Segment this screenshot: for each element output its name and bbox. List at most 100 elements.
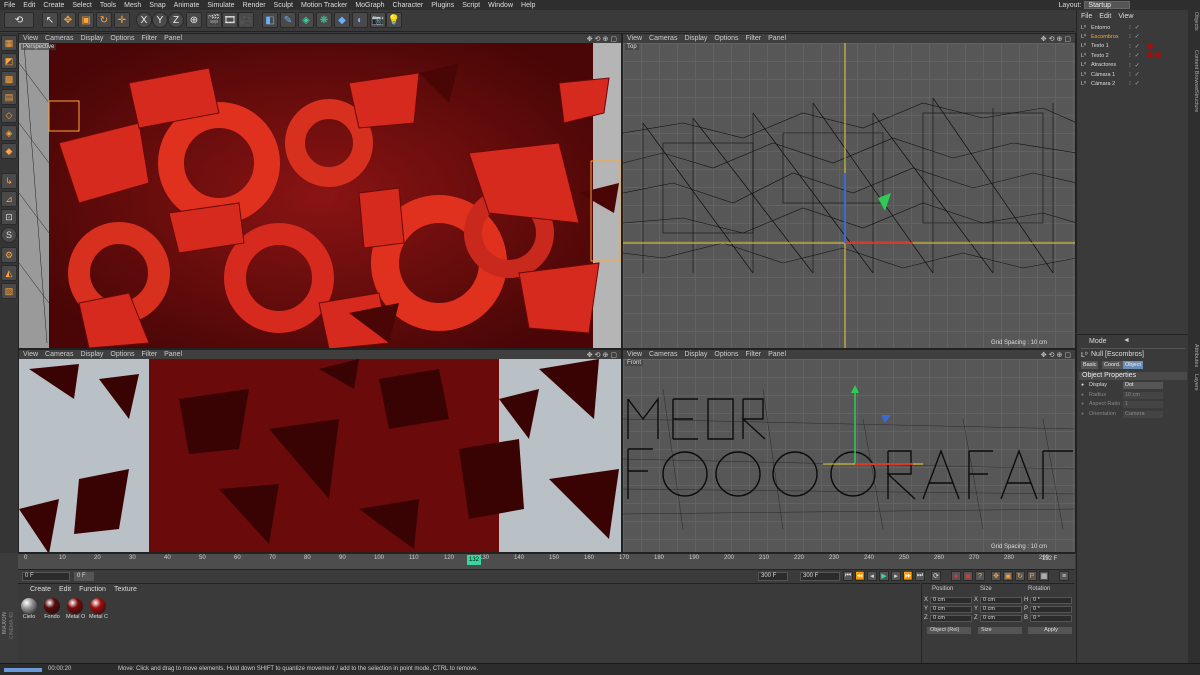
- viewport-menu-filter[interactable]: Filter: [142, 351, 158, 358]
- key-rotation-icon[interactable]: ↻: [1015, 571, 1025, 581]
- viewport-menu-cameras[interactable]: Cameras: [649, 35, 677, 42]
- object-row[interactable]: L⁰ Entorno ⁝ ✓: [1081, 23, 1187, 32]
- visibility-dots-icon[interactable]: ⁝ ✓: [1129, 52, 1141, 59]
- light-icon[interactable]: 💡: [386, 12, 402, 28]
- subdivision-icon[interactable]: ◈: [298, 12, 314, 28]
- workplane-icon[interactable]: ▤: [1, 89, 17, 105]
- viewport-menu-options[interactable]: Options: [714, 35, 738, 42]
- points-mode-icon[interactable]: ◇: [1, 107, 17, 123]
- viewport-menu-display[interactable]: Display: [684, 35, 707, 42]
- max-frame-field[interactable]: 300 F: [758, 572, 788, 581]
- next-frame-icon[interactable]: ▸: [891, 571, 901, 581]
- key-parameter-icon[interactable]: P: [1027, 571, 1037, 581]
- front-viewport[interactable]: View Cameras Display Options Filter Panel ✥⟲⊕…: [622, 349, 1076, 553]
- prop-value[interactable]: 10 cm: [1123, 391, 1163, 399]
- menu-script[interactable]: Script: [462, 2, 480, 9]
- attr-mode-menu[interactable]: Mode: [1089, 338, 1107, 345]
- coord-size-select[interactable]: Size: [978, 627, 1022, 634]
- viewport-menu-panel[interactable]: Panel: [768, 35, 786, 42]
- material-ball-icon[interactable]: [67, 598, 83, 614]
- material-swatch[interactable]: Cielo: [20, 598, 38, 620]
- record-icon[interactable]: ●: [951, 571, 961, 581]
- material-menu-function[interactable]: Function: [79, 586, 106, 593]
- tweak-mode-icon[interactable]: ⊿: [1, 191, 17, 207]
- rotation-field[interactable]: 0 °: [1030, 615, 1072, 622]
- coord-mode-select[interactable]: Object (Rel): [927, 627, 971, 634]
- material-swatch[interactable]: Metal C: [89, 598, 108, 620]
- edges-mode-icon[interactable]: ◈: [1, 125, 17, 141]
- rotation-field[interactable]: 0 °: [1030, 597, 1072, 604]
- menu-character[interactable]: Character: [393, 2, 424, 9]
- viewport-menu-cameras[interactable]: Cameras: [45, 351, 73, 358]
- prop-value[interactable]: Dot: [1123, 382, 1163, 389]
- visibility-dots-icon[interactable]: ⁝ ✓: [1129, 24, 1141, 31]
- material-ball-icon[interactable]: [90, 598, 106, 614]
- arrow-icon[interactable]: ◄: [1123, 337, 1130, 344]
- soft-selection-icon[interactable]: S: [1, 227, 17, 243]
- planar-workplane-icon[interactable]: ◭: [1, 265, 17, 281]
- model-mode-icon[interactable]: ◩: [1, 53, 17, 69]
- menu-simulate[interactable]: Simulate: [207, 2, 234, 9]
- viewport-menu-display[interactable]: Display: [80, 35, 103, 42]
- object-row[interactable]: L⁰ Texto 1 ⁝ ✓: [1081, 42, 1187, 51]
- deformer-icon[interactable]: ◆: [334, 12, 350, 28]
- visibility-dots-icon[interactable]: ⁝ ✓: [1129, 71, 1141, 78]
- min-frame-field[interactable]: 0 F: [74, 572, 94, 581]
- scale-tool-icon[interactable]: ▣: [78, 12, 94, 28]
- environment-icon[interactable]: ◐: [352, 12, 368, 28]
- menu-plugins[interactable]: Plugins: [431, 2, 454, 9]
- viewport-menu-cameras[interactable]: Cameras: [649, 351, 677, 358]
- viewport-menu-view[interactable]: View: [23, 35, 38, 42]
- grid-icon[interactable]: ▧: [1, 283, 17, 299]
- viewport-menu-options[interactable]: Options: [110, 35, 134, 42]
- attr-tab-basic[interactable]: Basic: [1081, 361, 1099, 369]
- end-frame-field[interactable]: 300 F: [800, 572, 840, 581]
- move-tool-icon[interactable]: ✥: [60, 12, 76, 28]
- viewport-menu-panel[interactable]: Panel: [164, 351, 182, 358]
- size-field[interactable]: 0 cm: [980, 615, 1022, 622]
- autokey-icon[interactable]: ◉: [963, 571, 973, 581]
- viewport-menu-cameras[interactable]: Cameras: [45, 35, 73, 42]
- object-row[interactable]: L⁰ Cámara 1 ⁝ ✓: [1081, 70, 1187, 79]
- timeline-menu-icon[interactable]: ≡: [1059, 571, 1069, 581]
- prev-key-icon[interactable]: ⏪: [855, 571, 865, 581]
- viewport-menu-filter[interactable]: Filter: [746, 351, 762, 358]
- axis-mode-icon[interactable]: ↳: [1, 173, 17, 189]
- start-frame-field[interactable]: 0 F: [22, 572, 70, 581]
- top-viewport[interactable]: View Cameras Display Options Filter Panel ✥⟲⊕…: [622, 33, 1076, 349]
- viewport-menu-view[interactable]: View: [627, 35, 642, 42]
- menu-sculpt[interactable]: Sculpt: [274, 2, 293, 9]
- visibility-dots-icon[interactable]: ⁝ ✓: [1129, 43, 1141, 50]
- attr-tab-coord[interactable]: Coord.: [1102, 361, 1123, 369]
- menu-animate[interactable]: Animate: [174, 2, 200, 9]
- viewport-menu-panel[interactable]: Panel: [768, 351, 786, 358]
- prop-radio-icon[interactable]: ●: [1081, 401, 1084, 407]
- timeline-ruler[interactable]: 0 10 20 30 40 50 60 70 80 90 100 110 120 130 140 150 160…: [18, 553, 1075, 569]
- render-region-icon[interactable]: 🎬: [206, 12, 222, 28]
- camera-viewport[interactable]: View Cameras Display Options Filter Panel ✥⟲⊕…: [18, 349, 622, 553]
- viewport-menu-view[interactable]: View: [627, 351, 642, 358]
- material-tag-icon[interactable]: [1147, 43, 1153, 49]
- current-frame-marker[interactable]: 132: [467, 555, 481, 565]
- material-ball-icon[interactable]: [21, 598, 37, 614]
- visibility-dots-icon[interactable]: ⁝ ✓: [1129, 62, 1141, 69]
- viewport-nav-icons[interactable]: ✥⟲⊕▢: [587, 351, 619, 359]
- polygons-mode-icon[interactable]: ◆: [1, 143, 17, 159]
- viewport-menu-view[interactable]: View: [23, 351, 38, 358]
- viewport-menu-options[interactable]: Options: [110, 351, 134, 358]
- material-swatch[interactable]: Metal O: [66, 598, 85, 620]
- side-tab-structure[interactable]: Structure: [1189, 90, 1199, 112]
- z-axis-lock-icon[interactable]: Z: [168, 12, 184, 28]
- object-row[interactable]: L⁰ Escombros ⁝ ✓: [1081, 32, 1187, 41]
- menu-create[interactable]: Create: [43, 2, 64, 9]
- side-tab-layers[interactable]: Layers: [1189, 374, 1199, 391]
- material-tag-icon[interactable]: [1155, 52, 1161, 58]
- apply-button[interactable]: Apply: [1028, 627, 1072, 634]
- viewport-nav-icons[interactable]: ✥⟲⊕▢: [1041, 351, 1073, 359]
- live-select-icon[interactable]: ↖: [42, 12, 58, 28]
- menu-render[interactable]: Render: [243, 2, 266, 9]
- undo-icon[interactable]: ⟲: [4, 12, 34, 28]
- object-menu-edit[interactable]: Edit: [1099, 13, 1111, 20]
- prev-frame-icon[interactable]: ◂: [867, 571, 877, 581]
- material-menu-edit[interactable]: Edit: [59, 586, 71, 593]
